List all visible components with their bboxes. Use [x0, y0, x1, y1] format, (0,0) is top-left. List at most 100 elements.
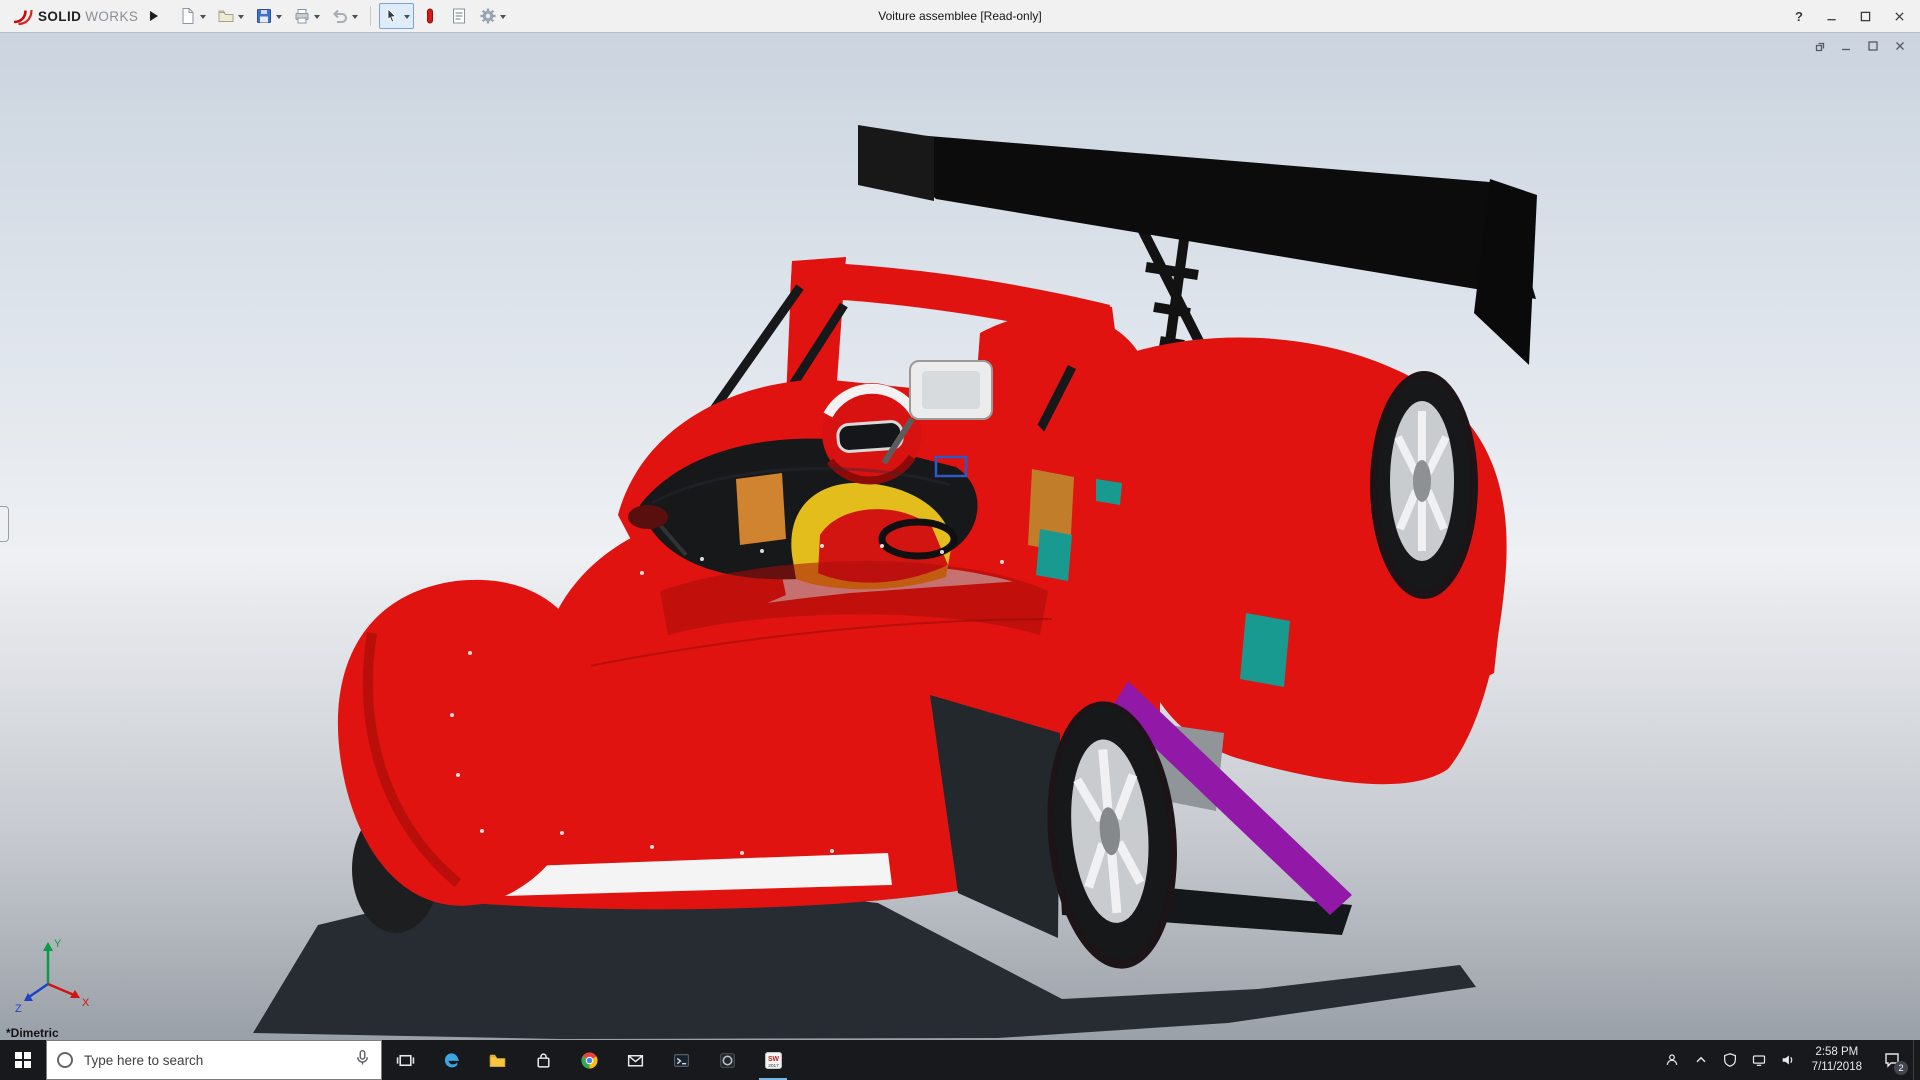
doc-maximize-button[interactable]: [1863, 38, 1883, 54]
save-icon: [255, 7, 273, 25]
taskbar-clock[interactable]: 2:58 PM 7/11/2018: [1803, 1040, 1871, 1080]
triad-z-label: Z: [15, 1003, 22, 1015]
rear-right-wheel[interactable]: [1370, 371, 1478, 599]
select-cursor-icon: [383, 7, 401, 25]
document-window-controls: [1809, 38, 1910, 54]
maximize-button[interactable]: [1850, 4, 1880, 28]
open-dropdown-arrow[interactable]: [238, 15, 244, 22]
close-button[interactable]: [1884, 4, 1914, 28]
file-explorer-icon: [488, 1051, 507, 1070]
titlebar: SOLID WORKS: [0, 0, 1920, 33]
triad-y-label: Y: [54, 938, 62, 950]
tray-security-button[interactable]: [1716, 1040, 1745, 1080]
options-button[interactable]: [475, 3, 510, 29]
undo-button[interactable]: [327, 3, 362, 29]
window-restore-icon: [1813, 40, 1825, 52]
chrome-icon: [580, 1051, 599, 1070]
circle-app-icon: [718, 1051, 737, 1070]
rear-wing[interactable]: [858, 125, 1537, 371]
taskbar-app-solidworks[interactable]: SW 2017: [750, 1040, 796, 1080]
mail-envelope-icon: [626, 1051, 645, 1070]
notification-badge: 2: [1894, 1061, 1908, 1075]
solidworks-2017-icon: SW 2017: [764, 1051, 783, 1070]
hidden-icons-button[interactable]: [1687, 1040, 1716, 1080]
minimize-button[interactable]: [1816, 4, 1846, 28]
taskbar-app-mail[interactable]: [612, 1040, 658, 1080]
doc-restore-button[interactable]: [1809, 38, 1829, 54]
start-button[interactable]: [0, 1040, 46, 1080]
brand-works: WORKS: [85, 9, 138, 24]
taskbar-app-terminal[interactable]: [658, 1040, 704, 1080]
clock-date: 7/11/2018: [1812, 1060, 1862, 1075]
search-input[interactable]: [82, 1052, 345, 1069]
microphone-icon[interactable]: [354, 1049, 371, 1071]
window-maximize-icon: [1867, 40, 1879, 52]
toolbar-separator: [370, 6, 371, 26]
tray-people-button[interactable]: [1658, 1040, 1687, 1080]
taskbar-app-edge[interactable]: [428, 1040, 474, 1080]
view-orientation-label: *Dimetric: [6, 1027, 59, 1040]
save-dropdown-arrow[interactable]: [276, 15, 282, 22]
new-document-button[interactable]: [175, 3, 210, 29]
task-view-button[interactable]: [382, 1040, 428, 1080]
volume-icon: [1780, 1052, 1796, 1068]
terminal-icon: [672, 1051, 691, 1070]
undo-dropdown-arrow[interactable]: [352, 15, 358, 22]
undo-icon: [331, 7, 349, 25]
graphics-area[interactable]: Y X Z *Dimetric: [0, 33, 1920, 1040]
action-center-button[interactable]: 2: [1871, 1040, 1913, 1080]
taskbar-app-store[interactable]: [520, 1040, 566, 1080]
solidworks-window: SOLID WORKS: [0, 0, 1920, 1080]
windows-taskbar: SW 2017 2:58 PM 7/11/2018: [0, 1040, 1920, 1080]
shield-icon: [1722, 1052, 1738, 1068]
select-dropdown-arrow[interactable]: [404, 15, 410, 22]
person-icon: [1664, 1052, 1680, 1068]
new-document-icon: [179, 7, 197, 25]
brand-solid: SOLID: [38, 9, 81, 24]
taskbar-app-chrome[interactable]: [566, 1040, 612, 1080]
document-title: Voiture assemblee [Read-only]: [878, 9, 1041, 23]
menu-flyout-arrow[interactable]: [150, 11, 163, 21]
close-icon: [1894, 11, 1905, 22]
window-controls: ?: [1786, 4, 1914, 28]
task-view-icon: [396, 1051, 415, 1070]
new-dropdown-arrow[interactable]: [200, 15, 206, 22]
tray-volume-button[interactable]: [1774, 1040, 1803, 1080]
taskbar-search[interactable]: [46, 1040, 382, 1080]
taskbar-app-file-explorer[interactable]: [474, 1040, 520, 1080]
clock-time: 2:58 PM: [1815, 1045, 1858, 1060]
store-bag-icon: [534, 1051, 553, 1070]
solidworks-logo: SOLID WORKS: [6, 7, 142, 25]
open-folder-icon: [217, 7, 235, 25]
ds-logo-icon: [10, 7, 34, 25]
doc-minimize-button[interactable]: [1836, 38, 1856, 54]
doc-close-button[interactable]: [1890, 38, 1910, 54]
feature-tree-collapse-tab[interactable]: [0, 506, 9, 542]
window-close-icon: [1894, 40, 1906, 52]
maximize-icon: [1860, 11, 1871, 22]
show-desktop-button[interactable]: [1913, 1040, 1920, 1080]
sw-year-text: 2017: [768, 1062, 779, 1068]
system-tray: 2:58 PM 7/11/2018 2: [1658, 1040, 1920, 1080]
select-tool-button[interactable]: [379, 3, 414, 29]
minimize-icon: [1826, 11, 1837, 22]
car-model-render[interactable]: [0, 33, 1920, 1040]
edge-icon: [442, 1051, 461, 1070]
options-dropdown-arrow[interactable]: [500, 15, 506, 22]
gear-icon: [479, 7, 497, 25]
print-icon: [293, 7, 311, 25]
windows-logo-icon: [15, 1052, 31, 1068]
rebuild-button[interactable]: [417, 3, 443, 29]
taskbar-app-circle[interactable]: [704, 1040, 750, 1080]
print-button[interactable]: [289, 3, 324, 29]
cortana-icon: [57, 1052, 73, 1068]
network-icon: [1751, 1052, 1767, 1068]
open-button[interactable]: [213, 3, 248, 29]
chevron-up-icon: [1693, 1052, 1709, 1068]
tray-network-button[interactable]: [1745, 1040, 1774, 1080]
triad-x-label: X: [82, 997, 90, 1009]
file-properties-button[interactable]: [446, 3, 472, 29]
print-dropdown-arrow[interactable]: [314, 15, 320, 22]
save-button[interactable]: [251, 3, 286, 29]
help-button[interactable]: ?: [1786, 9, 1812, 24]
